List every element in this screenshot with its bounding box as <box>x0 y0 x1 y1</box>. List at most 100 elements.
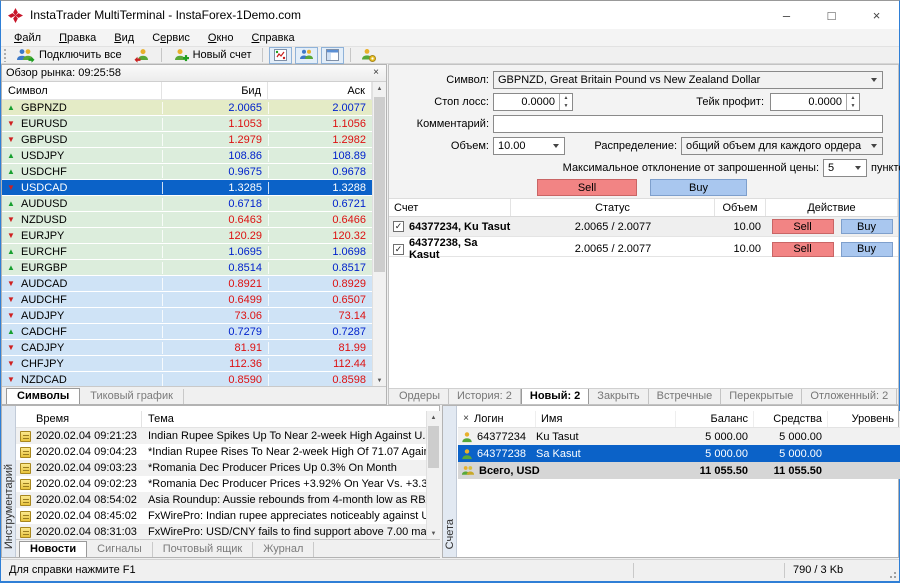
menu-item[interactable]: Окно <box>199 31 243 45</box>
toolbox-vertical-tab[interactable]: Инструментарий <box>2 406 16 557</box>
expert-settings-button[interactable] <box>357 47 380 64</box>
market-row[interactable]: USDJPY 108.86 108.89 <box>2 148 372 164</box>
trade-tab[interactable]: Встречные <box>649 389 722 404</box>
spinner-icon[interactable]: ▲▼ <box>559 94 572 110</box>
resize-grip[interactable] <box>887 569 897 579</box>
news-row[interactable]: 2020.02.04 08:45:02 FxWirePro: Indian ru… <box>16 508 426 524</box>
stop-loss-input[interactable]: 0.0000 ▲▼ <box>493 93 573 111</box>
market-row[interactable]: AUDUSD 0.6718 0.6721 <box>2 196 372 212</box>
market-watch-tab[interactable]: Тиковый график <box>80 389 184 404</box>
market-row[interactable]: GBPNZD 2.0065 2.0077 <box>2 100 372 116</box>
trade-tab[interactable]: Закрыть <box>589 389 648 404</box>
toolbox-tab-label[interactable]: Инструментарий <box>3 464 15 549</box>
news-tab[interactable]: Новости <box>19 541 87 557</box>
market-row[interactable]: AUDCHF 0.6499 0.6507 <box>2 292 372 308</box>
minimize-button[interactable]: – <box>764 1 809 29</box>
volume-select[interactable]: 10.00 <box>493 137 565 155</box>
market-watch-tab[interactable]: Символы <box>6 388 80 404</box>
news-row[interactable]: 2020.02.04 09:21:23 Indian Rupee Spikes … <box>16 428 426 444</box>
scroll-thumb[interactable] <box>428 426 439 468</box>
column-header-time[interactable]: Время <box>16 411 142 427</box>
market-row[interactable]: EURGBP 0.8514 0.8517 <box>2 260 372 276</box>
news-row[interactable]: 2020.02.04 09:04:23 *Indian Rupee Rises … <box>16 444 426 460</box>
buy-button[interactable]: Buy <box>650 179 747 196</box>
maximize-button[interactable]: □ <box>809 1 854 29</box>
scroll-thumb[interactable] <box>374 97 385 272</box>
column-header-ask[interactable]: Аск <box>268 82 372 99</box>
spinner-icon[interactable]: ▲▼ <box>846 94 859 110</box>
column-header-login[interactable]: Логин <box>458 411 536 427</box>
news-tab[interactable]: Сигналы <box>87 542 153 557</box>
column-header-equity[interactable]: Средства <box>754 411 828 427</box>
accounts-vertical-tab[interactable]: Счета <box>443 406 457 557</box>
market-row[interactable]: GBPUSD 1.2979 1.2982 <box>2 132 372 148</box>
market-row[interactable]: CADJPY 81.91 81.99 <box>2 340 372 356</box>
news-tab[interactable]: Почтовый ящик <box>153 542 253 557</box>
market-watch-close-icon[interactable]: × <box>370 67 382 79</box>
column-header-bid[interactable]: Бид <box>162 82 268 99</box>
market-row[interactable]: CADCHF 0.7279 0.7287 <box>2 324 372 340</box>
column-header-action[interactable]: Действие <box>766 199 898 216</box>
new-account-button[interactable]: Новый счет <box>168 47 256 63</box>
market-watch-toggle-button[interactable] <box>269 47 292 64</box>
menu-item[interactable]: Справка <box>242 31 303 45</box>
news-row[interactable]: 2020.02.04 09:03:23 *Romania Dec Produce… <box>16 460 426 476</box>
market-row[interactable]: EURUSD 1.1053 1.1056 <box>2 116 372 132</box>
column-header-balance[interactable]: Баланс <box>676 411 754 427</box>
trade-tab[interactable]: История: 2 <box>449 389 521 404</box>
menu-item[interactable]: Сервис <box>143 31 199 45</box>
toolbar-grip[interactable] <box>3 48 7 62</box>
row-sell-button[interactable]: Sell <box>772 242 834 257</box>
terminal-toggle-button[interactable] <box>321 47 344 64</box>
news-row[interactable]: 2020.02.04 08:54:02 Asia Roundup: Aussie… <box>16 492 426 508</box>
scroll-up-icon[interactable]: ▲ <box>373 82 386 96</box>
deviation-select[interactable]: 5 <box>823 159 867 177</box>
column-header-topic[interactable]: Тема <box>142 413 174 425</box>
column-header-symbol[interactable]: Символ <box>2 82 162 99</box>
account-row[interactable]: 64377234 Ku Tasut 5 000.00 5 000.00 <box>458 428 900 445</box>
column-header-name[interactable]: Имя <box>536 411 676 427</box>
disconnect-all-button[interactable] <box>129 47 155 63</box>
trade-tab[interactable]: Перекрытые <box>721 389 802 404</box>
market-row[interactable]: AUDJPY 73.06 73.14 <box>2 308 372 324</box>
comment-input[interactable] <box>493 115 883 133</box>
accounts-tab-label[interactable]: Счета <box>444 519 456 549</box>
row-buy-button[interactable]: Buy <box>841 242 893 257</box>
market-row[interactable]: USDCAD 1.3285 1.3288 <box>2 180 372 196</box>
account-row[interactable]: 64377238 Sa Kasut 5 000.00 5 000.00 <box>458 445 900 462</box>
checkbox-checked-icon[interactable]: ✓ <box>393 221 404 232</box>
market-row[interactable]: USDCHF 0.9675 0.9678 <box>2 164 372 180</box>
menu-item[interactable]: Вид <box>105 31 143 45</box>
news-scrollbar[interactable]: ▲ ▼ <box>426 411 440 541</box>
news-row[interactable]: 2020.02.04 09:02:23 *Romania Dec Produce… <box>16 476 426 492</box>
news-tab[interactable]: Журнал <box>253 542 314 557</box>
column-header-account[interactable]: Счет <box>389 199 511 216</box>
checkbox-checked-icon[interactable]: ✓ <box>393 244 404 255</box>
row-sell-button[interactable]: Sell <box>772 219 834 234</box>
trade-tab[interactable]: Ордеры <box>391 389 449 404</box>
trade-tab[interactable]: Новый: 2 <box>521 388 589 404</box>
connect-all-button[interactable]: Подключить все <box>12 47 126 63</box>
take-profit-input[interactable]: 0.0000 ▲▼ <box>770 93 860 111</box>
market-row[interactable]: NZDUSD 0.6463 0.6466 <box>2 212 372 228</box>
menu-item[interactable]: Правка <box>50 31 105 45</box>
column-header-status[interactable]: Статус <box>511 199 715 216</box>
close-button[interactable]: × <box>854 1 899 29</box>
row-buy-button[interactable]: Buy <box>841 219 893 234</box>
market-row[interactable]: EURCHF 1.0695 1.0698 <box>2 244 372 260</box>
sell-button[interactable]: Sell <box>537 179 637 196</box>
market-watch-scrollbar[interactable]: ▲ ▼ <box>372 82 386 388</box>
trade-tab[interactable]: Отложенный: 2 <box>802 389 897 404</box>
symbol-select[interactable]: GBPNZD, Great Britain Pound vs New Zeala… <box>493 71 883 89</box>
market-row[interactable]: EURJPY 120.29 120.32 <box>2 228 372 244</box>
accounts-toggle-button[interactable] <box>295 47 318 64</box>
news-row[interactable]: 2020.02.04 08:31:03 FxWirePro: USD/CNY f… <box>16 524 426 540</box>
distribution-select[interactable]: общий объем для каждого ордера <box>681 137 883 155</box>
menu-item[interactable]: Файл <box>5 31 50 45</box>
market-row[interactable]: AUDCAD 0.8921 0.8929 <box>2 276 372 292</box>
column-header-volume[interactable]: Объем <box>715 199 766 216</box>
market-row[interactable]: CHFJPY 112.36 112.44 <box>2 356 372 372</box>
trade-tab[interactable]: Изменить <box>897 389 898 404</box>
scroll-up-icon[interactable]: ▲ <box>427 411 440 425</box>
column-header-level[interactable]: Уровень <box>828 411 900 427</box>
